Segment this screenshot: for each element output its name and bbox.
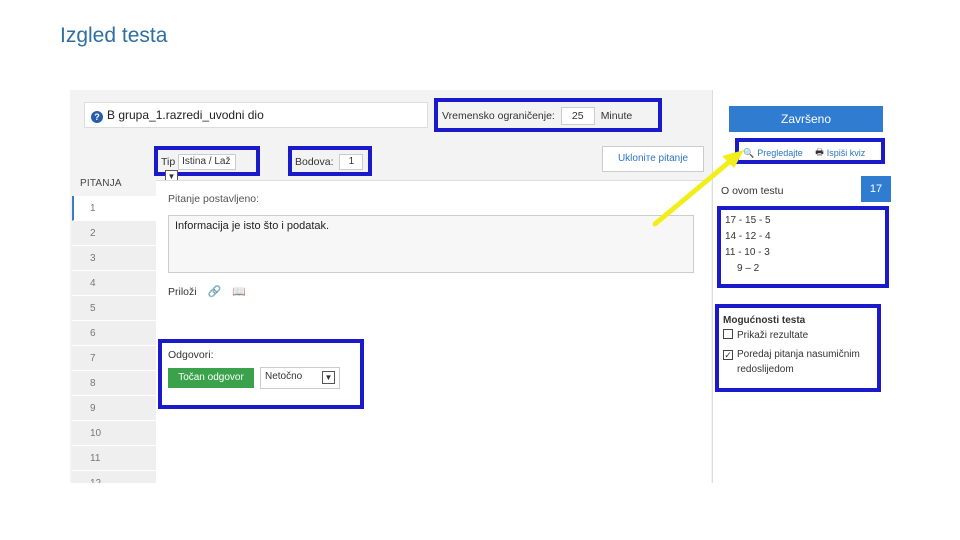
question-label: Pitanje postavljeno: [168,193,260,205]
question-list-item[interactable]: 6 [72,321,156,346]
attach-label: Priloži [168,286,197,298]
question-type-label: Tip [161,156,176,168]
question-list-item[interactable]: 7 [72,346,156,371]
question-list-item[interactable]: 10 [72,421,156,446]
preview-print-group: 🔍 Pregledajte 🖶 Ispiši kviz [735,138,885,164]
randomize-checkbox[interactable]: ✓ [723,350,733,360]
question-list-item[interactable]: 2 [72,221,156,246]
quiz-editor-app: ? B grupa_1.razredi_uvodni dio Vremensko … [70,90,898,483]
about-line: 9 – 2 [737,263,760,274]
question-list-item[interactable]: 9 [72,396,156,421]
question-list-item[interactable]: 4 [72,271,156,296]
about-stats: 17 - 15 - 5 14 - 12 - 4 11 - 10 - 3 9 – … [717,206,889,288]
help-icon[interactable]: ? [91,111,103,123]
test-options: Mogućnosti testa Prikaži rezultate ✓ Pore… [715,304,881,392]
about-line: 14 - 12 - 4 [725,231,771,242]
answer-select-value: Netočno [265,371,303,382]
correct-answer-button[interactable]: Točan odgovor [168,368,254,388]
answer-select[interactable]: Netočno ▼ [260,367,340,389]
randomize-label-cont: redoslijedom [737,364,794,375]
points-label: Bodova: [295,156,334,168]
about-line: 11 - 10 - 3 [725,247,770,258]
question-editor: Pitanje postavljeno: Informacija je isto… [156,180,711,483]
question-type-select[interactable]: Istina / Laž [178,154,237,170]
done-button[interactable]: Završeno [729,106,883,132]
about-line: 17 - 15 - 5 [725,215,771,226]
answers-group: Odgovori: Točan odgovor Netočno ▼ [158,339,364,409]
options-title: Mogućnosti testa [723,315,806,326]
answers-label: Odgovori: [168,349,214,361]
slide-title: Izgled testa [60,24,168,47]
chevron-down-icon[interactable]: ▼ [322,371,335,384]
randomize-label: Poredaj pitanja nasumičnim [737,349,860,360]
print-link[interactable]: Ispiši kviz [827,148,866,158]
questions-header: PITANJA [80,178,122,189]
question-list: 1 2 3 4 5 6 7 8 9 10 11 12 [72,196,156,483]
question-list-item[interactable]: 1 [72,196,156,221]
book-icon[interactable]: 📖 [232,285,246,298]
link-icon[interactable]: 🔗 [208,285,222,298]
question-list-item[interactable]: 8 [72,371,156,396]
right-panel: Završeno 🔍 Pregledajte 🖶 Ispiši kviz O ovo… [712,90,898,483]
question-list-item[interactable]: 5 [72,296,156,321]
quiz-name-text: B grupa_1.razredi_uvodni dio [107,108,264,122]
search-icon: 🔍 [743,147,755,158]
about-count-badge: 17 [861,176,891,202]
question-type-group: Tip Istina / Laž▼ [154,146,260,183]
remove-question-button[interactable]: Ukloniте pitanje [602,146,704,172]
time-limit-label: Vremensko ograničenje: [442,110,555,122]
preview-link[interactable]: Pregledajte [757,148,803,158]
attach-row: Priloži 🔗 📖 [168,285,246,298]
show-results-label: Prikaži rezultate [737,330,809,341]
question-text-field[interactable]: Informacija je isto što i podatak. [168,215,694,273]
question-list-item[interactable]: 12 [72,471,156,483]
points-group: Bodova: 1 [288,146,372,176]
question-list-item[interactable]: 3 [72,246,156,271]
points-input[interactable]: 1 [339,154,364,170]
question-list-item[interactable]: 11 [72,446,156,471]
time-limit-group: Vremensko ograničenje: 25 Minute [434,98,662,132]
show-results-checkbox[interactable] [723,329,733,339]
time-limit-input[interactable]: 25 [560,107,595,125]
time-limit-unit: Minute [600,110,633,122]
quiz-name-field[interactable]: ? B grupa_1.razredi_uvodni dio [84,102,428,128]
about-title: O ovom testu [721,185,784,197]
printer-icon: 🖶 [815,147,824,157]
